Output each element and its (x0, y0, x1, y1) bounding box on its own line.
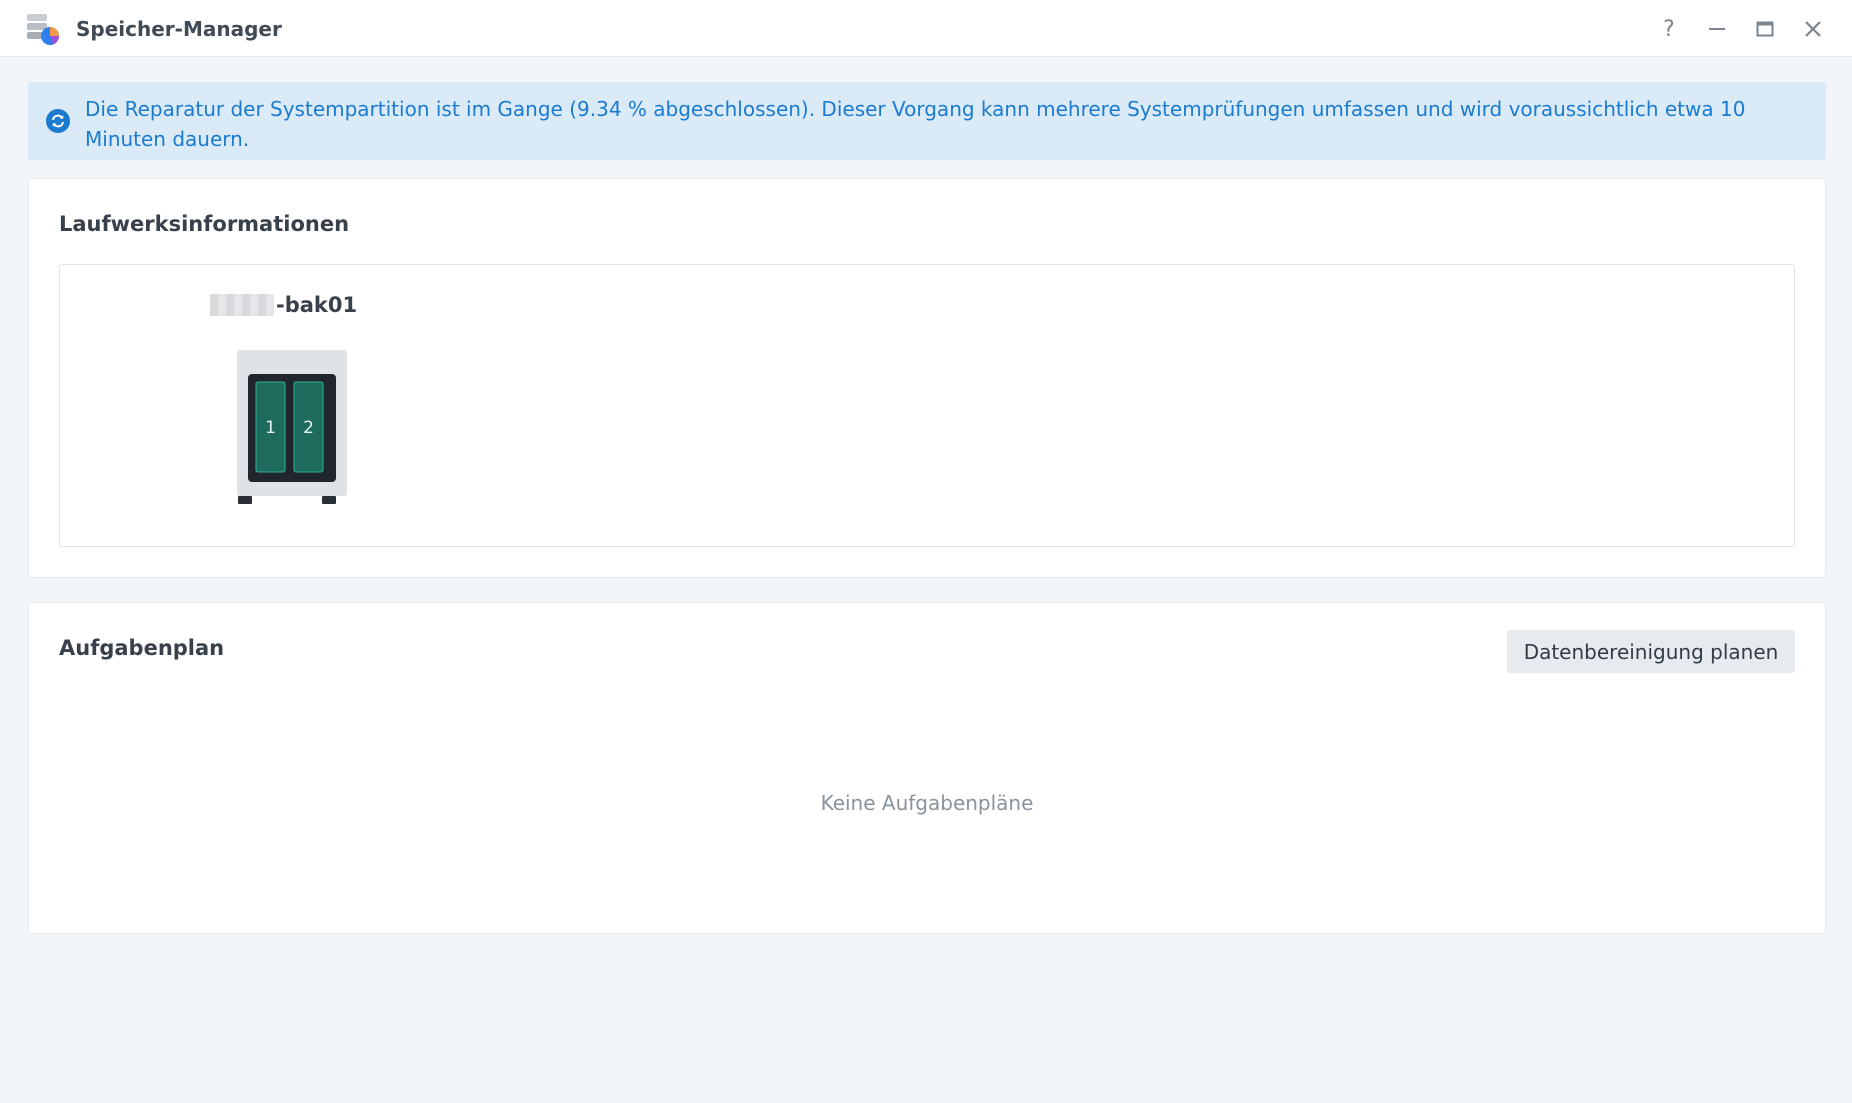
drive-info-card: Laufwerksinformationen -bak01 1 2 (28, 178, 1826, 578)
empty-state-text: Keine Aufgabenpläne (820, 791, 1034, 815)
drive-bay-1[interactable]: 1 (255, 381, 286, 473)
close-button[interactable] (1798, 14, 1828, 44)
app-title: Speicher-Manager (76, 17, 282, 41)
maximize-icon (1756, 21, 1774, 37)
task-plan-title: Aufgabenplan (59, 636, 225, 660)
storage-manager-app-icon (25, 12, 61, 46)
minimize-button[interactable] (1702, 14, 1732, 44)
bay-2-label: 2 (303, 418, 314, 438)
close-icon (1805, 21, 1821, 37)
banner-message: Die Reparatur der Systempartition ist im… (85, 97, 1746, 151)
repair-progress-banner: Die Reparatur der Systempartition ist im… (28, 82, 1826, 160)
redacted-hostname (210, 294, 274, 316)
drive-bay-2[interactable]: 2 (293, 381, 324, 473)
help-button[interactable]: ? (1654, 14, 1684, 44)
task-plan-card: Aufgabenplan Datenbereinigung planen Kei… (28, 602, 1826, 934)
device-name: -bak01 (210, 293, 357, 317)
refresh-icon (46, 109, 70, 133)
drive-info-title: Laufwerksinformationen (59, 212, 350, 236)
title-bar: Speicher-Manager ? (0, 0, 1852, 57)
device-panel: -bak01 1 2 (59, 264, 1795, 547)
schedule-data-scrubbing-button[interactable]: Datenbereinigung planen (1507, 630, 1795, 673)
bay-1-label: 1 (265, 418, 276, 438)
maximize-button[interactable] (1750, 14, 1780, 44)
device-name-suffix: -bak01 (276, 293, 358, 317)
minimize-icon (1709, 28, 1725, 30)
nas-device-diagram: 1 2 (237, 350, 347, 504)
